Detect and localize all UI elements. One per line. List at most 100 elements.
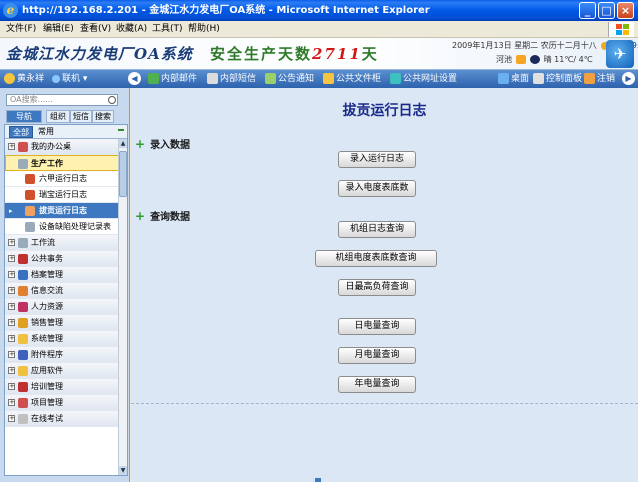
tree-label: 生产工作 <box>31 159 63 168</box>
tree-item-info-exchange[interactable]: + 信息交流 <box>5 283 119 299</box>
close-button[interactable]: × <box>617 2 634 19</box>
scroll-thumb[interactable] <box>119 151 127 197</box>
menu-help[interactable]: 帮助(H) <box>188 23 220 36</box>
moon-icon <box>530 55 541 64</box>
tree-item-my-desk[interactable]: + 我的办公桌 <box>5 139 119 155</box>
sidebar-scrollbar[interactable]: ▲ ▼ <box>118 139 127 475</box>
maximize-button[interactable]: □ <box>598 2 615 19</box>
menu-tools[interactable]: 工具(T) <box>152 23 183 36</box>
expand-icon[interactable]: + <box>8 239 15 246</box>
tree-label: 信息交流 <box>31 286 63 295</box>
search-icon[interactable] <box>108 96 116 104</box>
nav-public-urls[interactable]: 公共网址设置 <box>390 72 457 86</box>
archive-icon <box>18 270 28 280</box>
tree-item-public-affairs[interactable]: + 公共事务 <box>5 251 119 267</box>
minimize-button[interactable]: _ <box>579 2 596 19</box>
daily-energy-query-button[interactable]: 日电量查询 <box>338 318 416 335</box>
tree-item-projects[interactable]: + 项目管理 <box>5 395 119 411</box>
tree-item-system-admin[interactable]: + 系统管理 <box>5 331 119 347</box>
nav-logout[interactable]: 注销 <box>584 72 615 86</box>
tree-item-accessories[interactable]: + 附件程序 <box>5 347 119 363</box>
expand-icon[interactable]: + <box>8 143 15 150</box>
menu-edit[interactable]: 编辑(E) <box>43 23 74 36</box>
expand-icon[interactable]: + <box>8 399 15 406</box>
tab-sms[interactable]: 短信 <box>70 110 92 123</box>
tree-item-bagong-log[interactable]: ▸ 拔贡运行日志 <box>5 203 119 219</box>
nav-control-panel[interactable]: 控制面板 <box>533 72 582 86</box>
tree-item-training[interactable]: + 培训管理 <box>5 379 119 395</box>
tree-item-ruibao-log[interactable]: 瑞宝运行日志 <box>5 187 119 203</box>
back-arrow-icon[interactable]: ◀ <box>128 72 141 85</box>
user-name: 黄永祥 <box>17 74 45 84</box>
top-nav-bar: 黄永祥 联机 ▾ ◀ ▶ 内部邮件 内部短信 公告通知 公共文件柜 公共网址设置… <box>0 70 638 88</box>
nav-internal-mail[interactable]: 内部邮件 <box>148 72 197 86</box>
tree-item-apps[interactable]: + 应用软件 <box>5 363 119 379</box>
online-status-menu[interactable]: 联机 ▾ <box>52 72 87 86</box>
yearly-energy-query-button[interactable]: 年电量查询 <box>338 376 416 393</box>
expand-icon[interactable]: + <box>8 255 15 262</box>
expand-icon[interactable]: + <box>8 367 15 374</box>
log-icon <box>25 190 35 200</box>
expand-icon[interactable]: + <box>8 303 15 310</box>
tree-item-liujia-log[interactable]: 六甲运行日志 <box>5 171 119 187</box>
subtab-all[interactable]: 全部 <box>9 126 33 138</box>
tab-search[interactable]: 搜索 <box>92 110 114 123</box>
menu-file[interactable]: 文件(F) <box>6 23 36 36</box>
tree-item-sales[interactable]: + 销售管理 <box>5 315 119 331</box>
nav-desktop[interactable]: 桌面 <box>498 72 529 86</box>
entry-meter-reading-button[interactable]: 录入电度表底数 <box>338 180 416 197</box>
tree-item-archives[interactable]: + 档案管理 <box>5 267 119 283</box>
expand-icon[interactable]: + <box>8 271 15 278</box>
tree-label: 档案管理 <box>31 270 63 279</box>
user-menu[interactable]: 黄永祥 <box>4 72 44 86</box>
tree-label: 项目管理 <box>31 398 63 407</box>
unit-log-query-button[interactable]: 机组日志查询 <box>338 221 416 238</box>
tree-item-hr[interactable]: + 人力资源 <box>5 299 119 315</box>
tree-item-online-exam[interactable]: + 在线考试 <box>5 411 119 427</box>
log-icon <box>25 174 35 184</box>
tree-item-defect-record[interactable]: 设备缺陷处理记录表 <box>5 219 119 235</box>
menu-bar: 文件(F) 编辑(E) 查看(V) 收藏(A) 工具(T) 帮助(H) <box>0 21 638 38</box>
window-title: http://192.168.2.201 - 金城江水力发电厂OA系统 - Mi… <box>22 5 430 16</box>
sales-icon <box>18 318 28 328</box>
tree-item-workflow[interactable]: + 工作流 <box>5 235 119 251</box>
window-title-bar: e http://192.168.2.201 - 金城江水力发电厂OA系统 - … <box>0 0 638 21</box>
public-affairs-icon <box>18 254 28 264</box>
monthly-energy-query-button[interactable]: 月电量查询 <box>338 347 416 364</box>
expand-icon[interactable]: + <box>8 351 15 358</box>
daily-peak-load-query-button[interactable]: 日最高负荷查询 <box>338 279 416 296</box>
nav-notice[interactable]: 公告通知 <box>265 72 314 86</box>
expand-icon[interactable]: + <box>8 415 15 422</box>
tab-organization[interactable]: 组织 <box>46 110 70 123</box>
expand-icon[interactable]: + <box>8 319 15 326</box>
subtab-frequent[interactable]: 常用 <box>35 126 57 138</box>
section-entry-data: + 录入数据 <box>135 136 190 151</box>
ie-logo-icon: e <box>3 3 18 18</box>
nav-notice-label: 公告通知 <box>278 74 315 84</box>
page-title: 拔贡运行日志 <box>342 103 427 119</box>
announcement-icon <box>265 73 276 84</box>
menu-view[interactable]: 查看(V) <box>80 23 111 36</box>
plus-icon: + <box>135 209 146 223</box>
oa-search-input[interactable]: OA搜索...... <box>6 94 118 106</box>
expand-icon[interactable]: + <box>8 383 15 390</box>
forward-arrow-icon[interactable]: ▶ <box>622 72 635 85</box>
nav-public-urls-label: 公共网址设置 <box>403 74 458 84</box>
tab-navigation[interactable]: 导航 <box>6 110 42 123</box>
nav-internal-sms[interactable]: 内部短信 <box>207 72 256 86</box>
tree-label: 培训管理 <box>31 382 63 391</box>
nav-desktop-label: 桌面 <box>511 74 530 84</box>
collapse-icon[interactable] <box>118 129 124 131</box>
unit-meter-query-button[interactable]: 机组电度表底数查询 <box>315 250 437 267</box>
nav-public-files[interactable]: 公共文件柜 <box>323 72 381 86</box>
expand-icon[interactable]: + <box>8 335 15 342</box>
scroll-down-icon[interactable]: ▼ <box>119 466 127 475</box>
entry-run-log-button[interactable]: 录入运行日志 <box>338 151 416 168</box>
workflow-icon <box>18 238 28 248</box>
expand-icon[interactable]: + <box>8 287 15 294</box>
tree-label: 应用软件 <box>31 366 63 375</box>
nav-control-panel-label: 控制面板 <box>546 74 583 84</box>
menu-favorites[interactable]: 收藏(A) <box>116 23 147 36</box>
scroll-up-icon[interactable]: ▲ <box>119 139 127 148</box>
tree-item-production[interactable]: 生产工作 <box>5 155 119 171</box>
